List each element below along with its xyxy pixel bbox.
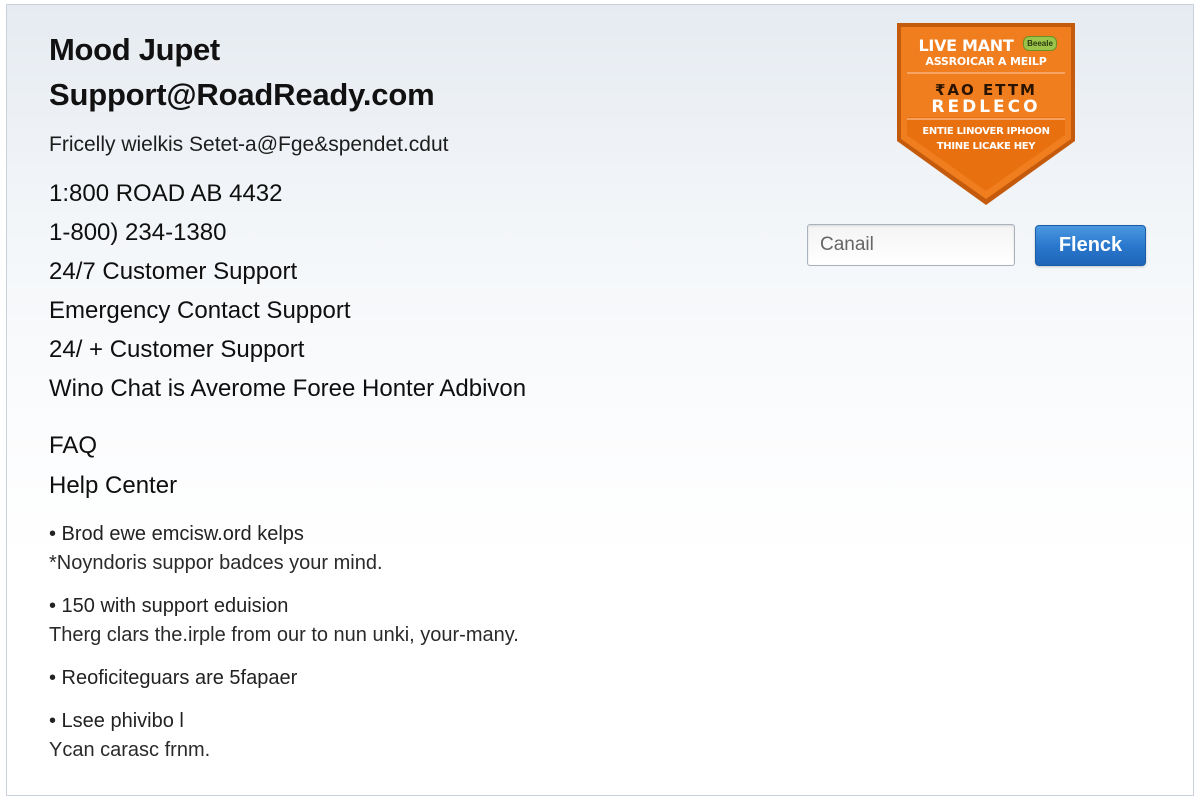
badge-line: REDLECO — [931, 97, 1041, 117]
support-content: Mood Jupet Support@RoadReady.com Fricell… — [49, 32, 749, 779]
help-center-link[interactable]: Help Center — [49, 466, 749, 506]
list-item-secondary: *Noyndoris suppor badces your mind. — [49, 552, 383, 574]
customer-support-line: 24/7 Customer Support — [49, 258, 298, 285]
phone-number-secondary[interactable]: 1-800) 234-1380 — [49, 213, 749, 252]
emergency-contact-line: Emergency Contact Support — [49, 297, 351, 324]
submit-button[interactable]: Flenck — [1035, 225, 1146, 266]
customer-support-line-alt: 24/ + Customer Support — [49, 336, 305, 363]
chat-info-line: Wino Chat is Averome Foree Honter Adbivo… — [49, 375, 527, 402]
subtitle-line: Fricelly wielkis Setet-a@Fge&spendet.cdu… — [49, 133, 449, 156]
list-item: • Reoficiteguars are 5fapaer — [49, 664, 749, 693]
list-item-primary: • 150 with support eduision — [49, 595, 289, 617]
badge-line: THINE LICAKE HEY — [936, 141, 1036, 152]
email-field[interactable] — [807, 224, 1015, 266]
badge-tag: Beeale — [1023, 36, 1057, 51]
badge-line: ENTIE LINOVER IPHOON — [922, 126, 1050, 137]
list-item: • Lsee phivibo l Ycan carasc frnm. — [49, 707, 749, 765]
list-item-primary: • Lsee phivibo l — [49, 710, 184, 732]
list-item: • Brod ewe emcisw.ord kelps *Noyndoris s… — [49, 520, 749, 578]
contact-list: 1:800 ROAD AB 4432 1-800) 234-1380 24/7 … — [49, 174, 749, 408]
bullet-list: • Brod ewe emcisw.ord kelps *Noyndoris s… — [49, 520, 749, 765]
list-item-primary: • Brod ewe emcisw.ord kelps — [49, 523, 304, 545]
phone-number-primary[interactable]: 1:800 ROAD AB 4432 — [49, 174, 749, 213]
page-title: Mood Jupet — [49, 32, 220, 67]
support-email[interactable]: Support@RoadReady.com — [49, 78, 749, 112]
list-item-secondary: Ycan carasc frnm. — [49, 739, 211, 761]
badge-line: ASSROICAR A MEILP — [925, 55, 1047, 68]
support-page: Mood Jupet Support@RoadReady.com Fricell… — [6, 4, 1194, 796]
list-item: • 150 with support eduision Therg clars … — [49, 592, 749, 650]
section-links: FAQ Help Center — [49, 426, 749, 506]
faq-link[interactable]: FAQ — [49, 426, 749, 466]
live-support-badge: LIVE MANT Beeale ASSROICAR A MEILP ₹AO E… — [895, 21, 1077, 207]
list-item-primary: • Reoficiteguars are 5fapaer — [49, 667, 298, 689]
list-item-secondary: Therg clars the.irple from our to nun un… — [49, 624, 519, 646]
